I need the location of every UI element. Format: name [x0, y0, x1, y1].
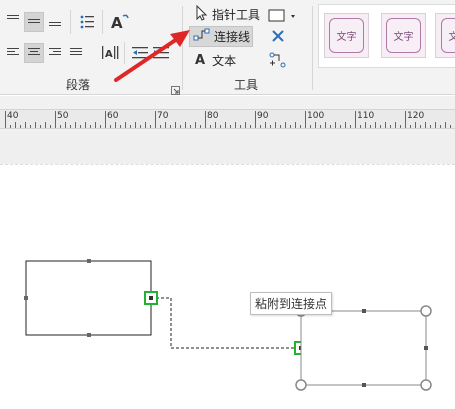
canvas-shapes — [24, 259, 432, 391]
shape-handle[interactable] — [24, 296, 28, 300]
resize-handle[interactable] — [295, 379, 307, 391]
shape-handle[interactable] — [424, 346, 428, 350]
right-rectangle-shape[interactable] — [300, 310, 427, 386]
shape-handle[interactable] — [362, 383, 366, 387]
shape-handle[interactable] — [87, 259, 91, 263]
resize-handle[interactable] — [420, 379, 432, 391]
shape-handle[interactable] — [87, 333, 91, 337]
snap-tooltip: 粘附到连接点 — [250, 292, 333, 315]
left-rectangle-shape[interactable] — [25, 260, 152, 336]
shape-handle[interactable] — [362, 309, 366, 313]
resize-handle[interactable] — [420, 305, 432, 317]
